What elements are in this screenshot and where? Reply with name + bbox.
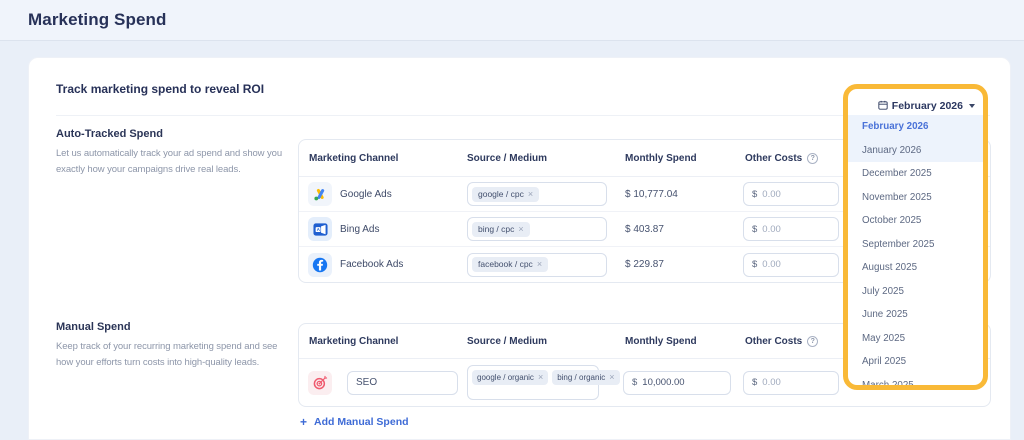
month-option[interactable]: May 2025 [848, 327, 983, 351]
month-picker-highlight-box: February 2026 February 2026 January 2026… [843, 84, 988, 390]
remove-tag-icon[interactable]: × [528, 190, 533, 199]
page-header: Marketing Spend [0, 0, 1024, 41]
remove-tag-icon[interactable]: × [518, 225, 523, 234]
other-costs-input-wrap: $ [743, 217, 839, 241]
currency-prefix: $ [752, 189, 757, 200]
month-option[interactable]: January 2026 [848, 139, 983, 163]
channel-cell: Facebook Ads [299, 253, 457, 277]
month-dropdown-list: February 2026 January 2026 December 2025… [848, 115, 983, 390]
remove-tag-icon[interactable]: × [538, 373, 543, 382]
source-cell: google / organic × bing / organic × [457, 365, 615, 400]
month-option[interactable]: June 2025 [848, 303, 983, 327]
source-medium-input[interactable]: google / cpc × [467, 182, 607, 206]
source-tag-chip: facebook / cpc × [472, 257, 548, 272]
facebook-ads-icon [308, 253, 332, 277]
remove-tag-icon[interactable]: × [609, 373, 614, 382]
google-ads-icon [308, 182, 332, 206]
header-source-medium: Source / Medium [457, 153, 615, 164]
card-title: Track marketing spend to reveal ROI [56, 82, 264, 96]
header-marketing-channel: Marketing Channel [299, 153, 457, 164]
other-costs-input[interactable] [762, 224, 822, 235]
bing-ads-icon: A [308, 217, 332, 241]
help-icon[interactable]: ? [807, 153, 818, 164]
monthly-spend-cell: $ 10,777.04 [615, 189, 735, 200]
other-costs-input-wrap: $ [743, 182, 839, 206]
monthly-spend-input-wrap: $ [623, 371, 731, 395]
month-option[interactable]: September 2025 [848, 233, 983, 257]
month-option[interactable]: April 2025 [848, 350, 983, 374]
seo-target-icon [308, 371, 332, 395]
channel-cell [299, 371, 457, 395]
header-source-medium: Source / Medium [457, 336, 615, 347]
channel-name: Facebook Ads [340, 259, 403, 270]
manual-spend-heading: Manual Spend [56, 321, 131, 333]
svg-text:A: A [316, 227, 319, 232]
monthly-spend-cell: $ 229.87 [615, 259, 735, 270]
monthly-spend-cell: $ 403.87 [615, 224, 735, 235]
source-tag-chip: google / organic × [472, 370, 548, 385]
monthly-spend-value: $ 403.87 [625, 224, 664, 235]
month-option[interactable]: December 2025 [848, 162, 983, 186]
manual-spend-description: Keep track of your recurring marketing s… [56, 339, 292, 371]
selected-month-label: February 2026 [892, 100, 963, 112]
source-cell: bing / cpc × [457, 217, 615, 241]
month-option[interactable]: August 2025 [848, 256, 983, 280]
channel-name: Bing Ads [340, 224, 379, 235]
add-manual-spend-label: Add Manual Spend [314, 416, 409, 428]
source-tag-chip: google / cpc × [472, 187, 539, 202]
channel-name: Google Ads [340, 189, 392, 200]
other-costs-input[interactable] [762, 377, 822, 388]
monthly-spend-value: $ 10,777.04 [625, 189, 678, 200]
monthly-spend-cell: $ [615, 371, 735, 395]
header-monthly-spend: Monthly Spend [615, 153, 735, 164]
source-tag-chip: bing / organic × [552, 370, 619, 385]
other-costs-input[interactable] [762, 189, 822, 200]
add-manual-spend-button[interactable]: + Add Manual Spend [300, 415, 409, 429]
plus-icon: + [300, 415, 307, 429]
source-cell: google / cpc × [457, 182, 615, 206]
monthly-spend-value: $ 229.87 [625, 259, 664, 270]
currency-prefix: $ [752, 259, 757, 270]
chevron-down-icon [969, 104, 975, 108]
source-cell: facebook / cpc × [457, 253, 615, 277]
month-option[interactable]: July 2025 [848, 280, 983, 304]
calendar-icon [878, 97, 888, 115]
currency-prefix: $ [752, 224, 757, 235]
month-option[interactable]: February 2026 [848, 115, 983, 139]
other-costs-input-wrap: $ [743, 253, 839, 277]
remove-tag-icon[interactable]: × [537, 260, 542, 269]
other-costs-input-wrap: $ [743, 371, 839, 395]
month-option[interactable]: November 2025 [848, 186, 983, 210]
header-marketing-channel: Marketing Channel [299, 336, 457, 347]
month-picker-button[interactable]: February 2026 [878, 97, 975, 115]
header-monthly-spend: Monthly Spend [615, 336, 735, 347]
source-tag-chip: bing / cpc × [472, 222, 530, 237]
source-medium-input[interactable]: facebook / cpc × [467, 253, 607, 277]
source-medium-input[interactable]: google / organic × bing / organic × [467, 365, 599, 400]
help-icon[interactable]: ? [807, 336, 818, 347]
auto-tracked-description: Let us automatically track your ad spend… [56, 146, 292, 178]
month-option[interactable]: October 2025 [848, 209, 983, 233]
monthly-spend-input[interactable] [642, 377, 702, 388]
source-medium-input[interactable]: bing / cpc × [467, 217, 607, 241]
month-option[interactable]: March 2025 [848, 374, 983, 391]
channel-cell: Google Ads [299, 182, 457, 206]
channel-name-input[interactable] [347, 371, 458, 395]
auto-tracked-heading: Auto-Tracked Spend [56, 128, 163, 140]
currency-prefix: $ [752, 377, 757, 388]
channel-cell: A Bing Ads [299, 217, 457, 241]
other-costs-input[interactable] [762, 259, 822, 270]
currency-prefix: $ [632, 377, 637, 388]
page-title: Marketing Spend [28, 10, 166, 30]
